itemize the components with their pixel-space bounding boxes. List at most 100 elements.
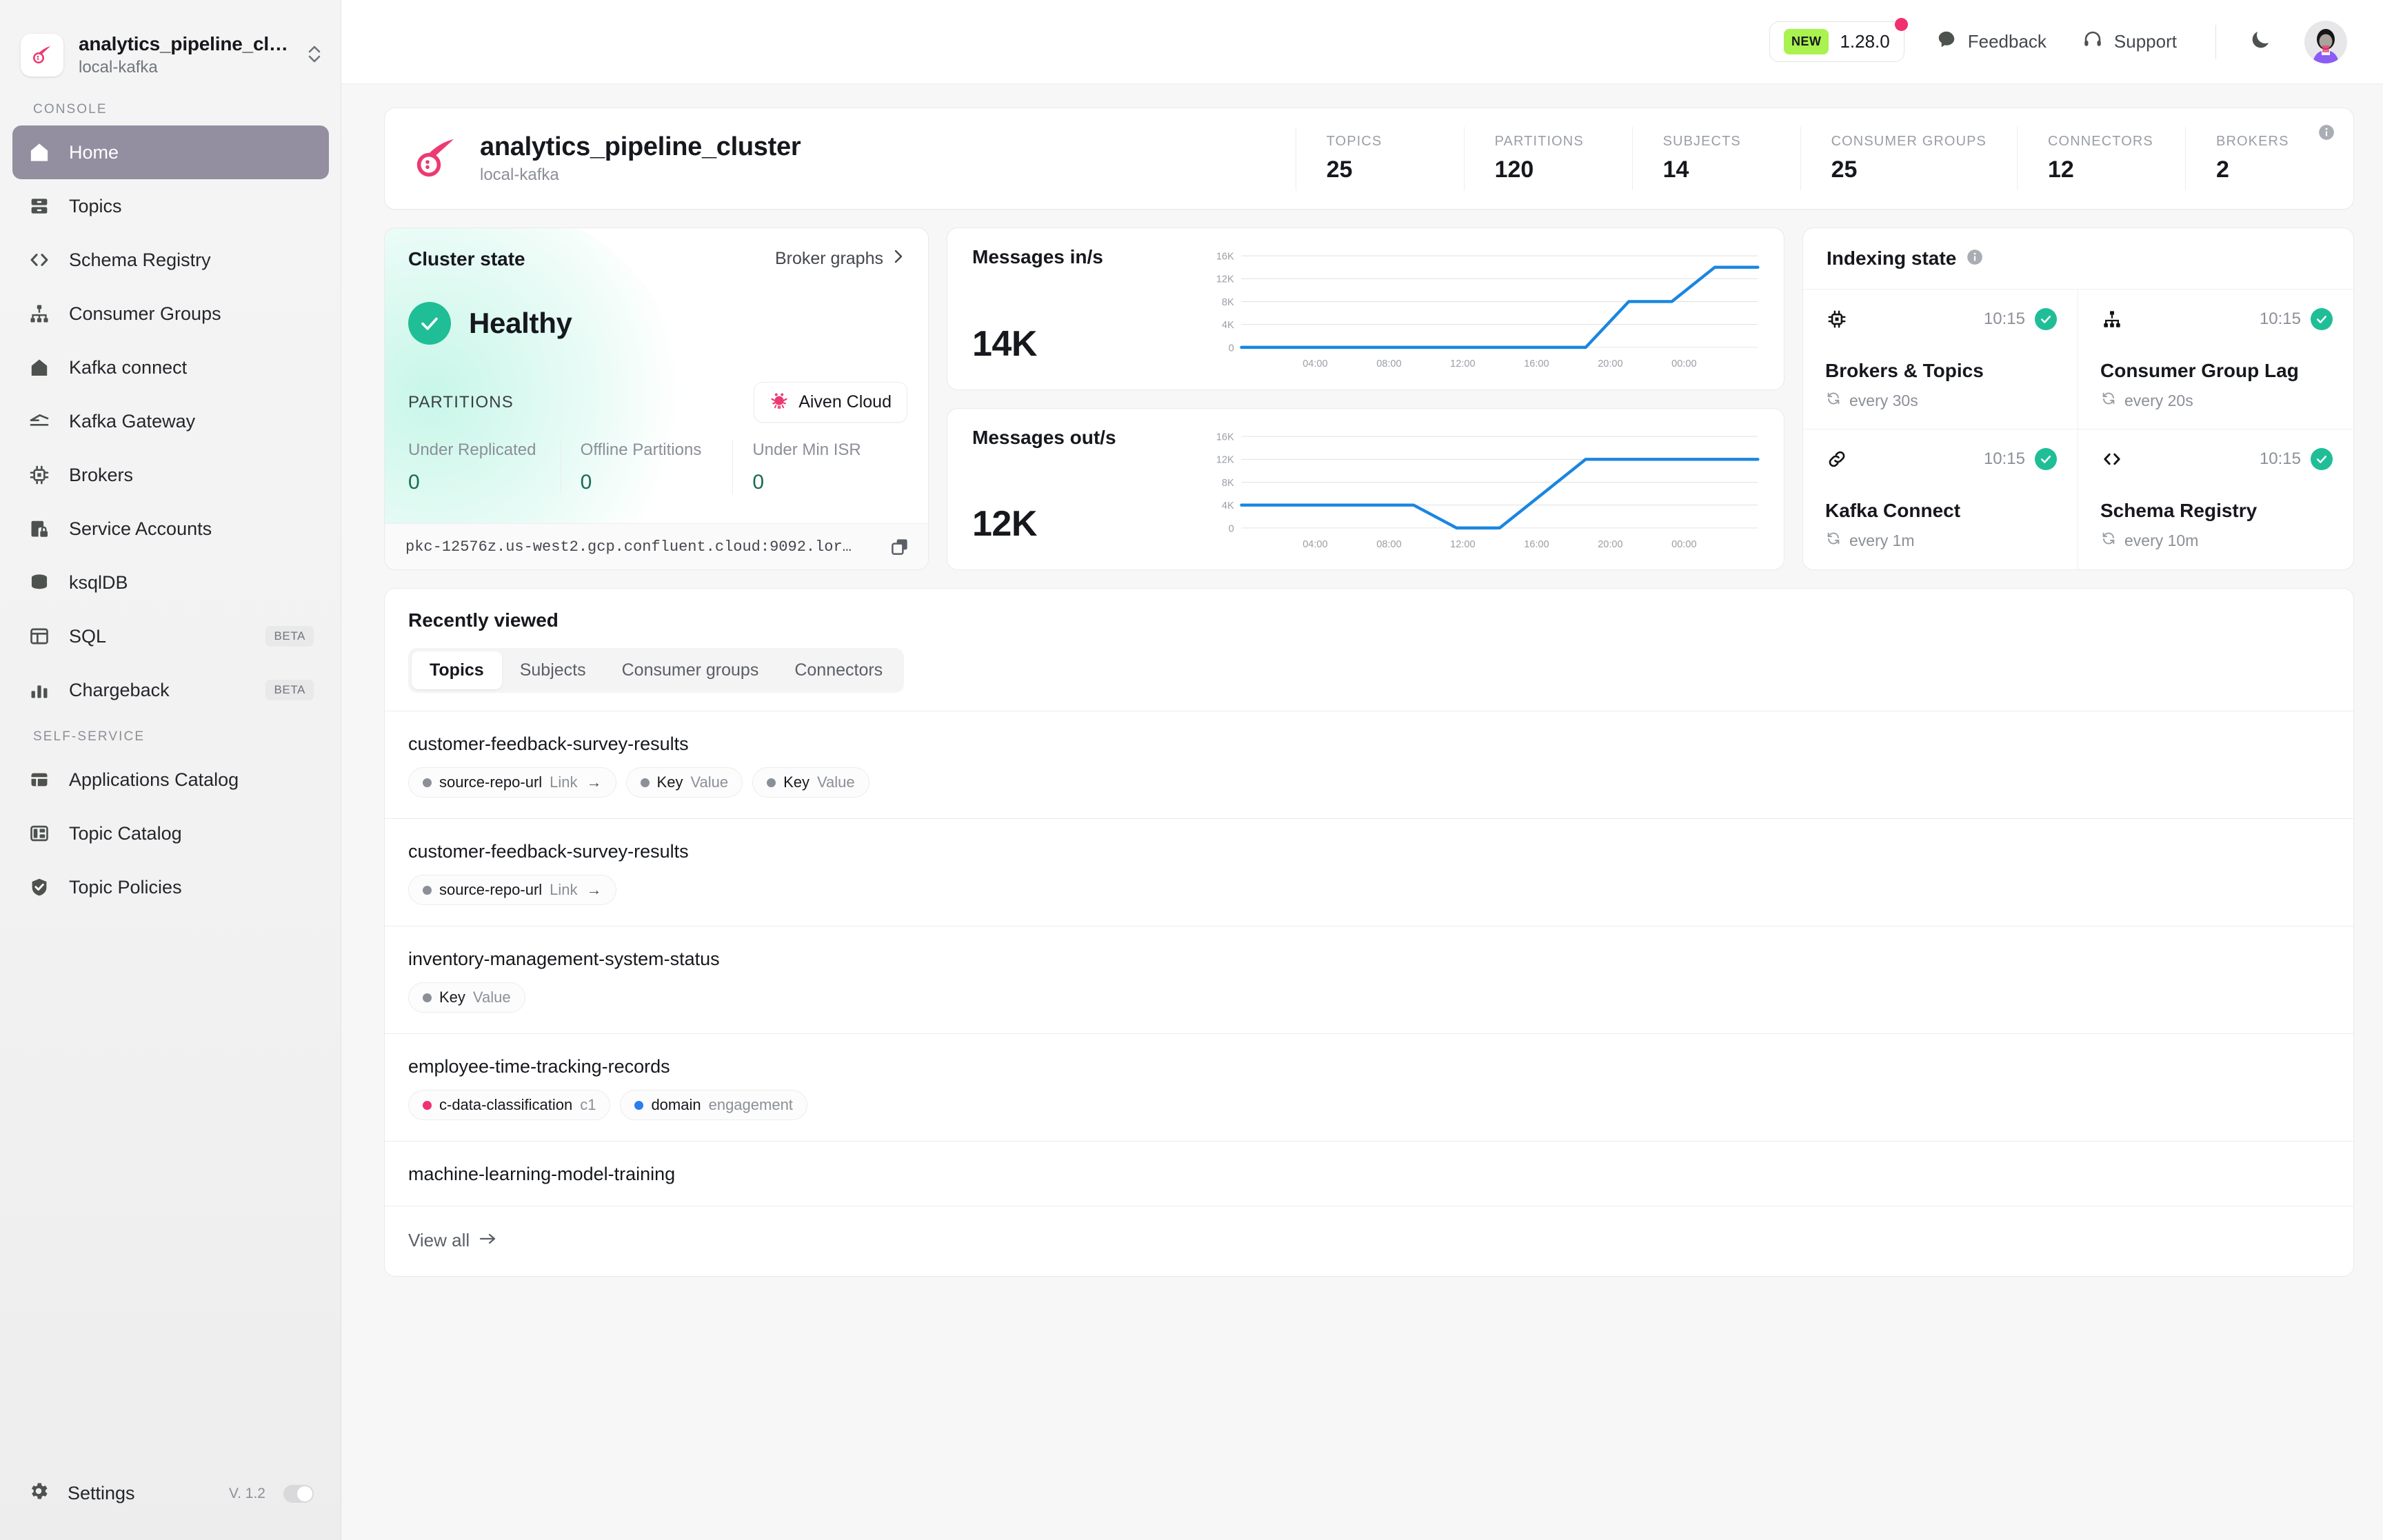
- metadata-tag[interactable]: Key Value: [752, 767, 869, 798]
- version-pill[interactable]: NEW 1.28.0: [1769, 18, 1908, 62]
- tag-value: Value: [472, 989, 511, 1006]
- sidebar-item-consumer-groups[interactable]: Consumer Groups: [12, 287, 329, 341]
- tab-consumer-groups[interactable]: Consumer groups: [604, 651, 777, 689]
- sidebar-item-schema-registry[interactable]: Schema Registry: [12, 233, 329, 287]
- stat-value: 14: [1662, 156, 1689, 183]
- tab-connectors[interactable]: Connectors: [776, 651, 901, 689]
- settings-label[interactable]: Settings: [68, 1483, 135, 1504]
- chart-plot: 0 4K 8K 12K 16K 04:00 08:00 12:00 16:00 20:00 00:0…: [1193, 427, 1763, 556]
- gear-icon: [28, 1480, 50, 1507]
- metadata-tag[interactable]: domain engagement: [620, 1090, 807, 1120]
- recently-viewed-tabs: Topics Subjects Consumer groups Connectors: [408, 648, 905, 693]
- partition-metric-label: Offline Partitions: [580, 440, 702, 459]
- metadata-tag[interactable]: Key Value: [625, 767, 743, 798]
- svg-text:12K: 12K: [1216, 274, 1234, 285]
- metadata-tag[interactable]: source-repo-url Link →: [408, 875, 616, 905]
- sidebar-item-topics[interactable]: Topics: [12, 179, 329, 233]
- list-item[interactable]: inventory-management-system-status Key Val…: [385, 926, 2353, 1034]
- sidebar-item-kafka-connect[interactable]: Kafka connect: [12, 341, 329, 394]
- tag-value: Link: [550, 773, 578, 791]
- sidebar-item-applications-catalog[interactable]: Applications Catalog: [12, 753, 329, 807]
- cluster-state-card: Cluster state Broker graphs Healthy PART…: [384, 227, 929, 570]
- metadata-tag[interactable]: source-repo-url Link →: [408, 767, 616, 798]
- sidebar: analytics_pipeline_cl… local-kafka CONSO…: [0, 0, 341, 1540]
- indexing-cell-name: Consumer Group Lag: [2100, 360, 2299, 381]
- theme-toggle-switch[interactable]: [283, 1484, 314, 1503]
- dashboard-middle-row: Cluster state Broker graphs Healthy PART…: [384, 227, 2354, 570]
- indexing-cell-brokers-topics[interactable]: 10:15 Brokers & Topics every 30s: [1803, 290, 2078, 429]
- info-icon[interactable]: [1966, 248, 1984, 270]
- metadata-tag[interactable]: Key Value: [408, 982, 525, 1013]
- version-number: 1.28.0: [1840, 31, 1890, 52]
- tag-key: Key: [656, 773, 683, 791]
- tag-value: Value: [817, 773, 855, 791]
- tag-key: Key: [783, 773, 810, 791]
- indexing-cell-kafka-connect[interactable]: 10:15 Kafka Connect every 1m: [1803, 429, 2078, 569]
- stat-topics: TOPICS 25: [1295, 127, 1464, 190]
- sidebar-item-chargeback[interactable]: Chargeback BETA: [12, 663, 329, 717]
- cluster-stats: TOPICS 25 PARTITIONS 120 SUBJECTS 14 CONSUMER …: [1295, 127, 2353, 190]
- broker-graphs-link[interactable]: Broker graphs: [775, 247, 905, 270]
- main-area: NEW 1.28.0 Feedback Support analytics_pi…: [341, 0, 2383, 1540]
- sidebar-item-sql[interactable]: SQL BETA: [12, 609, 329, 663]
- beta-badge: BETA: [265, 680, 314, 700]
- indexing-cell-name: Brokers & Topics: [1825, 360, 1984, 381]
- page-content: analytics_pipeline_cluster local-kafka T…: [341, 84, 2383, 1277]
- feedback-button[interactable]: Feedback: [1936, 29, 2047, 54]
- list-item[interactable]: customer-feedback-survey-results source-r…: [385, 711, 2353, 819]
- sidebar-item-brokers[interactable]: Brokers: [12, 448, 329, 502]
- sidebar-item-label: Kafka Gateway: [69, 410, 196, 432]
- tag-value: engagement: [708, 1096, 793, 1113]
- list-item[interactable]: machine-learning-model-training: [385, 1142, 2353, 1206]
- refresh-icon: [1825, 530, 1842, 551]
- sidebar-item-label: Service Accounts: [69, 518, 212, 539]
- cluster-header-titles: analytics_pipeline_cluster local-kafka: [480, 132, 1296, 185]
- tab-topics[interactable]: Topics: [412, 651, 502, 689]
- chevron-updown-icon[interactable]: [305, 42, 323, 69]
- nav-section-label: SELF-SERVICE: [33, 729, 145, 744]
- chart-card-messages-in-s: Messages in/s 14K 0 4K 8K 12K 16K 04:00 08:00 12:…: [947, 227, 1784, 390]
- indexing-cell-schema-registry[interactable]: 10:15 Schema Registry every 10m: [2078, 429, 2353, 569]
- chart-current-value: 12K: [972, 504, 1037, 544]
- sidebar-item-topic-policies[interactable]: Topic Policies: [12, 860, 329, 914]
- arrow-right-icon: [479, 1230, 498, 1251]
- svg-text:8K: 8K: [1222, 297, 1234, 308]
- page-title: analytics_pipeline_cluster: [480, 132, 801, 161]
- dark-mode-toggle[interactable]: [2244, 26, 2277, 59]
- hierarchy-icon: [28, 302, 51, 325]
- copy-icon[interactable]: [889, 536, 910, 557]
- svg-text:16:00: 16:00: [1524, 358, 1549, 369]
- tag-dot-icon: [767, 778, 776, 787]
- tab-subjects[interactable]: Subjects: [502, 651, 604, 689]
- indexing-cell-consumer-group-lag[interactable]: 10:15 Consumer Group Lag every 20s: [2078, 290, 2353, 429]
- tag-dot-icon: [634, 1100, 644, 1110]
- indexing-cell-frequency-label: every 10m: [2124, 531, 2199, 549]
- sidebar-item-ksqldb[interactable]: ksqlDB: [12, 556, 329, 609]
- stat-label: TOPICS: [1326, 134, 1382, 149]
- sidebar-item-kafka-gateway[interactable]: Kafka Gateway: [12, 394, 329, 448]
- user-avatar[interactable]: [2304, 20, 2347, 63]
- svg-text:08:00: 08:00: [1376, 358, 1401, 369]
- svg-text:16K: 16K: [1216, 432, 1234, 443]
- stat-label: CONNECTORS: [2048, 134, 2153, 149]
- sidebar-item-topic-catalog[interactable]: Topic Catalog: [12, 807, 329, 860]
- stat-subjects: SUBJECTS 14: [1631, 127, 1800, 190]
- svg-text:12:00: 12:00: [1450, 538, 1475, 549]
- cluster-switcher[interactable]: analytics_pipeline_cl… local-kafka: [0, 0, 341, 90]
- sidebar-item-service-accounts[interactable]: Service Accounts: [12, 502, 329, 556]
- nav-section-label: CONSOLE: [33, 102, 108, 116]
- stat-value: 25: [1831, 156, 1858, 183]
- list-item[interactable]: customer-feedback-survey-results source-r…: [385, 819, 2353, 926]
- support-button[interactable]: Support: [2082, 29, 2177, 54]
- tag-value: Value: [690, 773, 729, 791]
- sidebar-item-home[interactable]: Home: [12, 125, 329, 179]
- info-icon[interactable]: [2317, 123, 2335, 141]
- metadata-tag[interactable]: c-data-classification c1: [408, 1090, 611, 1120]
- indexing-cell-time: 10:15: [2259, 310, 2301, 328]
- aiven-crab-icon: [770, 390, 789, 414]
- list-item[interactable]: employee-time-tracking-records c-data-cla…: [385, 1034, 2353, 1142]
- stat-value: 2: [2216, 156, 2229, 183]
- topbar: NEW 1.28.0 Feedback Support: [341, 0, 2383, 84]
- list-item-tags: source-repo-url Link →: [408, 875, 2330, 905]
- view-all-link[interactable]: View all: [408, 1230, 498, 1251]
